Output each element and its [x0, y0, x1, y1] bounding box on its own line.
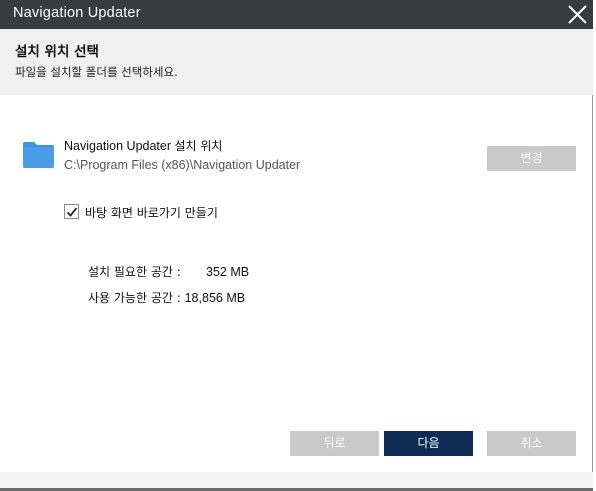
- cancel-button[interactable]: 취소: [487, 431, 576, 456]
- checkmark-icon: [66, 207, 78, 217]
- required-space-row: 설치 필요한 공간 : 352 MB: [88, 263, 249, 280]
- window-title: Navigation Updater: [13, 5, 141, 21]
- installer-window: Navigation Updater 설치 위치 선택 파일을 설치할 폴더를 …: [0, 0, 593, 491]
- available-space-label: 사용 가능한 공간 :: [88, 291, 181, 305]
- desktop-shortcut-label: 바탕 화면 바로가기 만들기: [85, 206, 218, 220]
- page-subtitle: 파일을 설치할 폴더를 선택하세요.: [15, 65, 178, 79]
- folder-icon: [22, 141, 55, 169]
- install-location-title: Navigation Updater 설치 위치: [64, 137, 222, 154]
- install-location-app-name: Navigation Updater: [64, 139, 172, 153]
- required-space-value: 352 MB: [206, 265, 250, 279]
- install-path: C:\Program Files (x86)\Navigation Update…: [64, 158, 301, 172]
- install-location-suffix: 설치 위치: [174, 139, 223, 153]
- available-space-value: 18,856 MB: [184, 291, 246, 305]
- back-button[interactable]: 뒤로: [290, 431, 379, 456]
- title-bar: Navigation Updater: [0, 0, 593, 29]
- change-location-button[interactable]: 변경: [487, 146, 576, 171]
- desktop-shortcut-checkbox[interactable]: [64, 204, 79, 219]
- close-button[interactable]: [565, 3, 589, 27]
- page-header: 설치 위치 선택 파일을 설치할 폴더를 선택하세요.: [0, 29, 593, 95]
- available-space-row: 사용 가능한 공간 : 18,856 MB: [88, 289, 245, 306]
- close-icon: [568, 5, 587, 24]
- footer-strip: [0, 472, 593, 491]
- page-title: 설치 위치 선택: [15, 44, 99, 60]
- required-space-label: 설치 필요한 공간 :: [88, 265, 181, 279]
- next-button[interactable]: 다음: [384, 431, 473, 456]
